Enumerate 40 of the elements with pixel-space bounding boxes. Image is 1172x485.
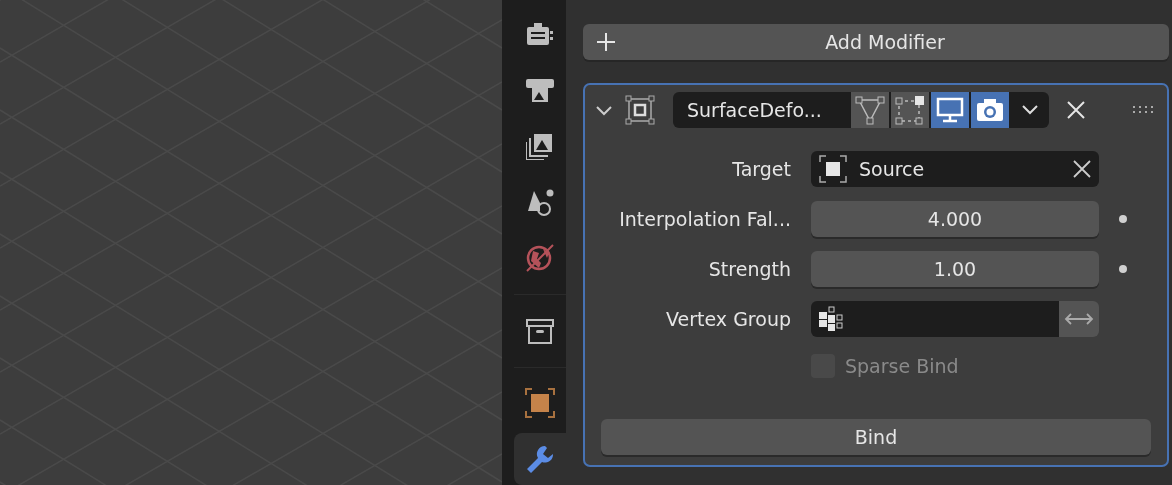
double-arrow-icon bbox=[1064, 312, 1094, 326]
display-toggle[interactable] bbox=[971, 92, 1009, 128]
modifier-type-icon bbox=[625, 95, 655, 125]
vertex-group-icon bbox=[819, 306, 843, 332]
close-icon bbox=[1067, 101, 1085, 119]
image-stack-icon bbox=[526, 132, 554, 160]
field-label: Strength bbox=[707, 258, 791, 280]
scene-icon bbox=[526, 187, 554, 217]
chevron-icon bbox=[1021, 104, 1039, 116]
vertex-group-field[interactable] bbox=[811, 301, 1099, 337]
invert-toggle[interactable] bbox=[1059, 301, 1099, 337]
object-icon bbox=[525, 388, 555, 418]
cage-icon bbox=[895, 95, 925, 125]
field-label: Target bbox=[731, 158, 791, 180]
bind-button[interactable]: Bind bbox=[601, 419, 1151, 455]
monitor-icon bbox=[936, 97, 964, 123]
triangle-vertices-icon bbox=[855, 95, 885, 125]
wrench-icon bbox=[525, 444, 555, 474]
field-label: Interpolation Fal... bbox=[618, 208, 791, 230]
keyframe-dot-icon[interactable] bbox=[1119, 215, 1127, 223]
printer-icon bbox=[526, 76, 554, 104]
display-toggle[interactable] bbox=[851, 92, 889, 128]
camera-icon bbox=[526, 20, 554, 48]
keyframe-dot-icon[interactable] bbox=[1119, 265, 1127, 273]
camera-icon bbox=[976, 97, 1004, 123]
field-label: Vertex Group bbox=[665, 308, 791, 330]
box-icon bbox=[526, 316, 554, 345]
checkbox-label: Sparse Bind bbox=[845, 355, 959, 377]
display-toggle[interactable] bbox=[931, 92, 969, 128]
display-toggle[interactable] bbox=[891, 92, 929, 128]
number-field[interactable]: 4.000 bbox=[811, 201, 1099, 237]
add-modifier-button[interactable]: Add Modifier bbox=[583, 24, 1169, 60]
globe-icon bbox=[525, 243, 555, 273]
clear-icon[interactable] bbox=[1073, 160, 1091, 178]
drag-handle-icon[interactable] bbox=[1133, 106, 1155, 114]
properties-tab[interactable] bbox=[514, 433, 566, 485]
object-icon bbox=[819, 155, 847, 183]
target-field[interactable]: Source bbox=[811, 151, 1099, 187]
plus-icon bbox=[597, 33, 615, 51]
number-field[interactable]: 1.00 bbox=[811, 251, 1099, 287]
